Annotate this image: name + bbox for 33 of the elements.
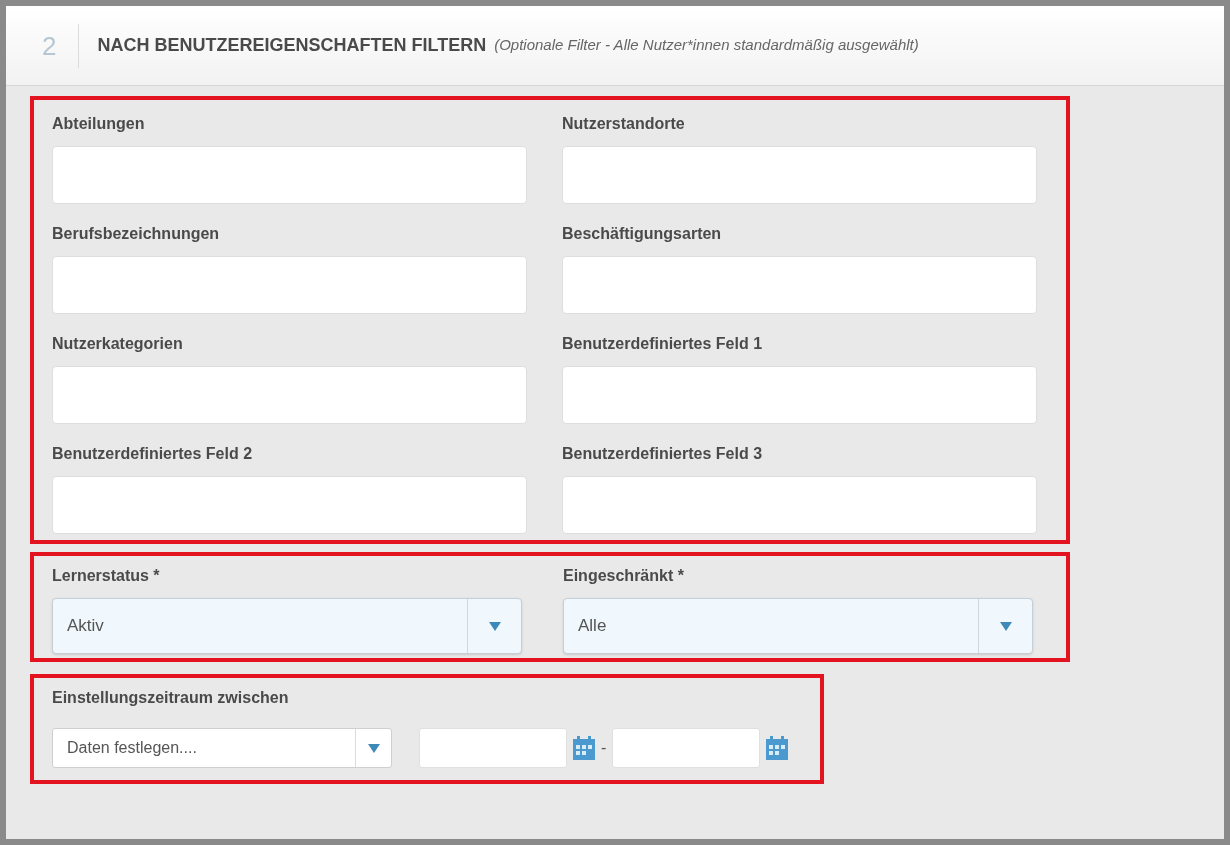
field-label: Beschäftigungsarten xyxy=(562,224,723,244)
date-field[interactable] xyxy=(419,728,567,768)
input-field[interactable] xyxy=(52,146,527,204)
input-field[interactable] xyxy=(52,366,527,424)
input-field[interactable] xyxy=(562,366,1037,424)
field-label: Lernerstatus * xyxy=(52,566,161,586)
caret-icon xyxy=(488,621,501,631)
calendar-icon[interactable] xyxy=(573,736,595,760)
field-label: Abteilungen xyxy=(52,114,146,134)
range-separator: - xyxy=(601,738,607,758)
step-number: 2 xyxy=(42,23,80,68)
field-label: Nutzerkategorien xyxy=(52,334,184,354)
input-field[interactable] xyxy=(562,256,1037,314)
calendar-icon[interactable] xyxy=(766,736,789,760)
input-field[interactable] xyxy=(562,146,1037,204)
field-label: Einstellungszeitraum zwischen xyxy=(52,688,290,708)
field-label: Berufsbezeichnungen xyxy=(52,224,221,244)
section-title: NACH BENUTZEREIGENSCHAFTEN FILTERN xyxy=(97,34,487,57)
field-label: Nutzerstandorte xyxy=(562,114,686,134)
dropdown[interactable]: Aktiv xyxy=(52,598,522,654)
caret-icon xyxy=(367,743,380,753)
date-field[interactable] xyxy=(612,728,761,768)
field-label: Benutzerdefiniertes Feld 1 xyxy=(562,334,764,354)
caret-icon xyxy=(999,621,1012,631)
dropdown[interactable]: Alle xyxy=(563,598,1033,654)
field-label: Benutzerdefiniertes Feld 3 xyxy=(562,444,764,464)
field-label: Eingeschränkt * xyxy=(563,566,685,586)
section-subtitle: (Optionale Filter - Alle Nutzer*innen standardmäßig ausgewählt) xyxy=(494,35,919,56)
input-field[interactable] xyxy=(52,256,527,314)
field-label: Benutzerdefiniertes Feld 2 xyxy=(52,444,254,464)
dropdown[interactable]: Daten festlegen.... xyxy=(52,728,392,768)
input-field[interactable] xyxy=(562,476,1037,534)
input-field[interactable] xyxy=(52,476,527,534)
